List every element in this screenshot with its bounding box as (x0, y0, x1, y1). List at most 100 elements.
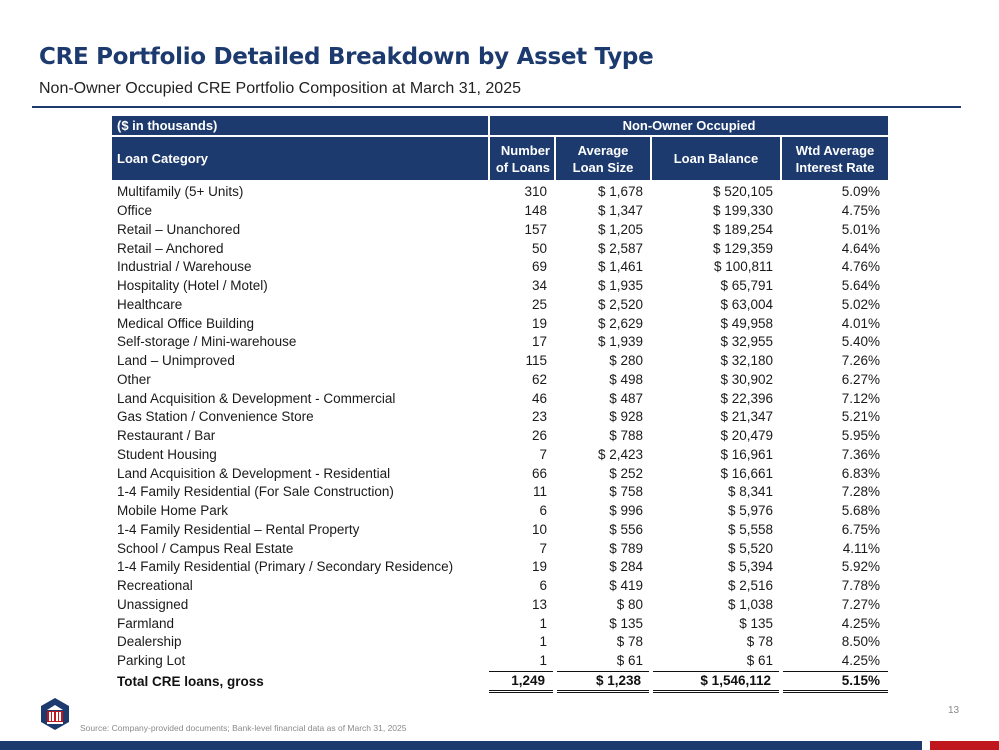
row-avg-size: $ 2,423 (597, 446, 643, 462)
row-rate: 5.01% (841, 221, 881, 237)
row-rate: 4.25% (841, 653, 881, 669)
row-balance: $ 199,330 (712, 203, 773, 219)
row-balance: $ 20,479 (720, 428, 773, 444)
row-balance: $ 135 (739, 615, 773, 631)
units-label: ($ in thousands) (112, 116, 489, 136)
row-num-loans: 6 (539, 578, 547, 594)
row-avg-size: $ 789 (609, 540, 643, 556)
row-rate: 7.27% (841, 596, 881, 612)
row-category: Restaurant / Bar (117, 428, 216, 444)
row-category: Other (117, 371, 151, 387)
title-divider (32, 106, 961, 108)
row-avg-size: $ 280 (609, 353, 643, 369)
row-num-loans: 50 (531, 240, 547, 256)
table-row: Retail – Anchored 50 $ 2,587 $ 129,359 4.64% (112, 239, 888, 258)
col-header-avg-size: Average Loan Size (554, 135, 651, 180)
row-rate: 4.25% (841, 615, 881, 631)
row-rate: 5.21% (841, 409, 881, 425)
row-num-loans: 148 (524, 203, 547, 219)
row-num-loans: 1 (539, 634, 547, 650)
row-num-loans: 10 (531, 521, 547, 537)
row-rate: 5.68% (841, 503, 881, 519)
row-balance: $ 1,038 (727, 596, 773, 612)
row-avg-size: $ 78 (616, 634, 643, 650)
cre-breakdown-table: ($ in thousands) Non-Owner Occupied Loan… (112, 116, 889, 693)
row-category: School / Campus Real Estate (117, 540, 294, 556)
row-category: Retail – Anchored (117, 240, 224, 256)
row-category: Unassigned (117, 596, 189, 612)
row-category: 1-4 Family Residential (For Sale Constru… (117, 484, 394, 500)
row-rate: 5.95% (841, 428, 881, 444)
row-balance: $ 65,791 (720, 278, 773, 294)
row-rate: 6.83% (841, 465, 881, 481)
row-num-loans: 157 (524, 221, 547, 237)
row-balance: $ 22,396 (720, 390, 773, 406)
row-rate: 4.11% (842, 540, 881, 556)
row-balance: $ 30,902 (720, 371, 773, 387)
row-category: Multifamily (5+ Units) (117, 184, 244, 200)
table-row: Medical Office Building 19 $ 2,629 $ 49,958… (112, 314, 888, 333)
row-category: 1-4 Family Residential – Rental Property (117, 521, 360, 537)
page-subtitle: Non-Owner Occupied CRE Portfolio Composi… (39, 80, 521, 97)
row-rate: 7.28% (841, 484, 881, 500)
row-avg-size: $ 758 (609, 484, 643, 500)
row-avg-size: $ 928 (609, 409, 643, 425)
row-avg-size: $ 996 (609, 503, 643, 519)
source-note: Source: Company-provided documents; Bank… (80, 723, 407, 733)
col-header-rate: Wtd Average Interest Rate (779, 135, 889, 180)
row-rate: 4.75% (841, 203, 881, 219)
total-row: Total CRE loans, gross 1,249 $ 1,238 $ 1… (112, 670, 889, 693)
row-balance: $ 189,254 (712, 221, 773, 237)
row-avg-size: $ 487 (609, 390, 643, 406)
table-row: Land – Unimproved 115 $ 280 $ 32,180 7.26% (112, 352, 888, 371)
group-header: Non-Owner Occupied (487, 116, 889, 136)
row-balance: $ 16,661 (720, 465, 773, 481)
row-balance: $ 2,516 (727, 578, 773, 594)
table-row: Gas Station / Convenience Store 23 $ 928 $ … (112, 408, 888, 427)
row-avg-size: $ 498 (609, 371, 643, 387)
row-num-loans: 34 (531, 278, 547, 294)
table-row: 1-4 Family Residential (For Sale Constru… (112, 483, 888, 502)
row-category: Land Acquisition & Development - Commerc… (117, 390, 396, 406)
col-header-num-loans: Number of Loans (488, 135, 555, 180)
row-category: 1-4 Family Residential (Primary / Second… (117, 559, 454, 575)
row-rate: 5.64% (841, 278, 881, 294)
row-balance: $ 100,811 (713, 259, 773, 275)
col-header-category: Loan Category (112, 135, 489, 180)
row-avg-size: $ 556 (609, 521, 643, 537)
table-row: Industrial / Warehouse 69 $ 1,461 $ 100,811… (112, 258, 888, 277)
row-num-loans: 115 (525, 353, 547, 369)
col-header-balance: Loan Balance (650, 135, 781, 180)
row-rate: 4.01% (841, 315, 881, 331)
row-num-loans: 62 (531, 371, 547, 387)
total-avg-size: $ 1,238 (553, 670, 651, 693)
table-row: Land Acquisition & Development - Residen… (112, 464, 888, 483)
row-num-loans: 66 (531, 465, 547, 481)
row-balance: $ 5,394 (727, 559, 773, 575)
row-num-loans: 13 (531, 596, 547, 612)
row-rate: 6.27% (841, 371, 881, 387)
row-avg-size: $ 1,935 (597, 278, 643, 294)
row-balance: $ 78 (746, 634, 773, 650)
row-balance: $ 520,105 (712, 184, 773, 200)
row-avg-size: $ 61 (616, 653, 643, 669)
table-row: 1-4 Family Residential (Primary / Second… (112, 558, 888, 577)
row-num-loans: 7 (539, 540, 547, 556)
table-row: Recreational 6 $ 419 $ 2,516 7.78% (112, 577, 888, 596)
table-row: Unassigned 13 $ 80 $ 1,038 7.27% (112, 596, 888, 615)
table-row: Office 148 $ 1,347 $ 199,330 4.75% (112, 202, 888, 221)
row-avg-size: $ 1,939 (597, 334, 643, 350)
row-avg-size: $ 1,205 (597, 221, 643, 237)
table-row: Multifamily (5+ Units) 310 $ 1,678 $ 520,10… (112, 180, 888, 202)
row-rate: 7.26% (841, 353, 881, 369)
row-balance: $ 5,520 (727, 540, 773, 556)
table-row: Land Acquisition & Development - Commerc… (112, 389, 888, 408)
table-row: School / Campus Real Estate 7 $ 789 $ 5,520… (112, 539, 888, 558)
row-category: Self-storage / Mini-warehouse (117, 334, 297, 350)
row-category: Land Acquisition & Development - Residen… (117, 465, 391, 481)
total-rate: 5.15% (778, 670, 889, 693)
row-rate: 5.09% (841, 184, 881, 200)
row-rate: 5.40% (841, 334, 881, 350)
table-body: Multifamily (5+ Units) 310 $ 1,678 $ 520,10… (112, 180, 888, 671)
table-row: Mobile Home Park 6 $ 996 $ 5,976 5.68% (112, 502, 888, 521)
